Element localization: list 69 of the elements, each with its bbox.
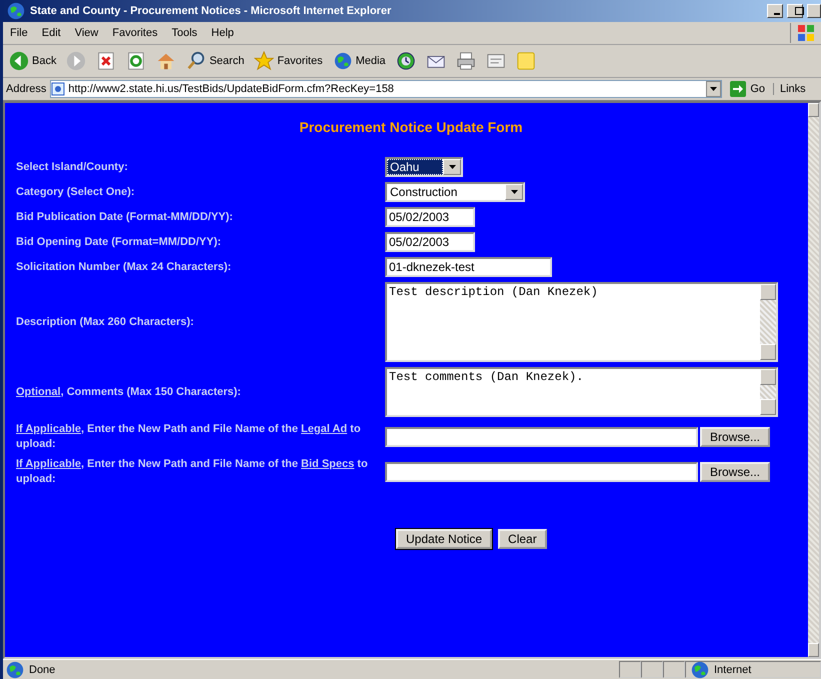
status-text: Done <box>29 664 56 676</box>
form-title: Procurement Notice Update Form <box>298 119 524 135</box>
browse-button[interactable]: Browse... <box>700 427 770 447</box>
input-field[interactable]: 05/02/2003 <box>385 207 475 227</box>
menu-item[interactable]: Help <box>204 27 241 39</box>
media-button[interactable]: Media <box>330 49 388 73</box>
menu-item[interactable]: File <box>3 27 35 39</box>
menu-item[interactable]: Tools <box>164 27 204 39</box>
history-icon <box>396 51 416 71</box>
favorites-icon <box>254 51 274 71</box>
go-button[interactable]: Go <box>726 81 769 97</box>
dropdown[interactable]: Construction <box>385 182 525 202</box>
field-label: Bid Opening Date (Format=MM/DD/YY): <box>16 234 222 250</box>
link[interactable]: If Applicable <box>16 458 81 470</box>
browse-button[interactable]: Browse... <box>700 462 770 482</box>
caret-icon <box>448 165 456 169</box>
menu-item[interactable]: View <box>68 27 106 39</box>
scrollbar[interactable] <box>808 103 819 657</box>
field-label: Solicitation Number (Max 24 Characters): <box>16 260 232 274</box>
close-button[interactable] <box>807 4 821 18</box>
maximize-button[interactable] <box>787 4 803 18</box>
minimize-icon <box>774 13 780 15</box>
windows-logo-icon <box>797 24 815 42</box>
input-field[interactable]: 01-dknezek-test <box>385 257 552 277</box>
window-title: State and County - Procurement Notices - Microsoft Internet Explorer <box>30 5 392 17</box>
minimize-button[interactable] <box>767 4 783 18</box>
print-icon <box>456 51 476 71</box>
app-icon <box>6 1 26 21</box>
zone-text: Internet <box>714 664 752 676</box>
field-label: Bid Publication Date (Format-MM/DD/YY): <box>16 210 234 224</box>
submit-button[interactable]: Update Notice <box>396 529 492 549</box>
link[interactable]: Bid Specs <box>301 458 354 470</box>
caret-icon <box>510 190 518 194</box>
globe-icon <box>690 660 710 679</box>
link[interactable]: Legal Ad <box>301 423 348 435</box>
address-label: Address <box>6 83 46 95</box>
menu-item[interactable]: Favorites <box>105 27 165 39</box>
field-label: Description (Max 260 Characters): <box>16 314 195 330</box>
field-label: Optional, Comments (Max 150 Characters): <box>16 384 242 400</box>
links-button[interactable]: Links <box>773 83 818 95</box>
field-label: If Applicable, Enter the New Path and File Name of the Legal Ad to upload: <box>16 422 362 452</box>
forward-icon <box>66 51 86 71</box>
maximize-icon <box>794 6 806 16</box>
refresh-icon <box>126 51 146 71</box>
caret-icon <box>710 87 718 91</box>
search-button[interactable]: Search <box>184 49 246 73</box>
back-icon <box>9 51 29 71</box>
field-label: Select Island/County: <box>16 160 129 174</box>
edit-icon <box>486 51 506 71</box>
dropdown[interactable]: Oahu <box>385 157 463 177</box>
home-icon <box>156 51 176 71</box>
field-label: If Applicable, Enter the New Path and File Name of the Bid Specs to upload: <box>16 457 369 487</box>
address-field[interactable]: http://www2.state.hi.us/TestBids/UpdateBidForm.cfm?RecKey=158 <box>50 80 722 98</box>
menu-item[interactable]: Edit <box>34 27 68 39</box>
link[interactable]: Optional <box>16 386 61 398</box>
clear-button[interactable]: Clear <box>498 529 547 549</box>
search-icon <box>186 51 206 71</box>
file-path-field[interactable] <box>385 427 698 447</box>
scrollbar[interactable] <box>760 369 776 415</box>
back-button[interactable]: Back <box>7 49 58 73</box>
link[interactable]: If Applicable <box>16 423 81 435</box>
note-icon <box>516 51 536 71</box>
input-field[interactable]: 05/02/2003 <box>385 232 475 252</box>
stop-icon <box>96 51 116 71</box>
favorites-button[interactable]: Favorites <box>252 49 325 73</box>
field-label: Category (Select One): <box>16 184 136 200</box>
file-path-field[interactable] <box>385 462 698 482</box>
scrollbar[interactable] <box>760 284 776 360</box>
media-icon <box>332 51 353 71</box>
